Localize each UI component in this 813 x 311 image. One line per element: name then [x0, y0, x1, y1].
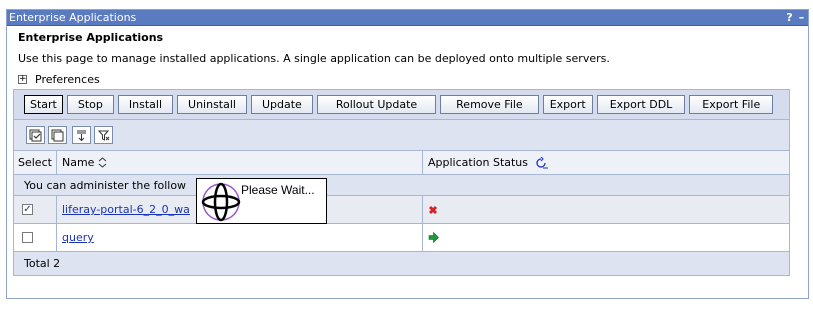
- remove-file-button[interactable]: Remove File: [440, 95, 539, 114]
- table-row: query: [14, 224, 789, 252]
- application-link[interactable]: query: [62, 231, 94, 244]
- applications-table: Start Stop Install Uninstall Update Roll…: [13, 89, 790, 276]
- expand-icon[interactable]: +: [18, 75, 27, 84]
- rollout-update-button[interactable]: Rollout Update: [316, 95, 437, 114]
- admin-info-text: You can administer the follow: [24, 178, 187, 192]
- please-wait-text: Please Wait...: [241, 183, 315, 197]
- row-checkbox[interactable]: [22, 232, 33, 243]
- preferences-toggle[interactable]: + Preferences: [18, 73, 100, 86]
- page-title: Enterprise Applications: [18, 31, 164, 44]
- uninstall-button[interactable]: Uninstall: [177, 95, 247, 114]
- stop-button[interactable]: Stop: [66, 95, 114, 114]
- help-icon[interactable]: ?: [785, 10, 794, 25]
- icon-toolbar: [14, 120, 789, 151]
- select-column-header: Select: [14, 151, 57, 174]
- started-status-icon: [428, 232, 439, 243]
- update-button[interactable]: Update: [250, 95, 313, 114]
- refresh-icon[interactable]: [533, 156, 549, 169]
- export-ddl-button[interactable]: Export DDL: [596, 95, 686, 114]
- name-header-label[interactable]: Name: [62, 156, 94, 169]
- export-button[interactable]: Export: [542, 95, 593, 114]
- page-description: Use this page to manage installed applic…: [18, 52, 610, 65]
- stopped-status-icon: [428, 205, 438, 214]
- total-row: Total 2: [14, 252, 789, 275]
- status-column-header: Application Status: [423, 151, 789, 174]
- portlet-title: Enterprise Applications: [9, 11, 137, 24]
- start-button[interactable]: Start: [24, 95, 63, 114]
- please-wait-dialog: Please Wait...: [196, 178, 327, 224]
- sort-icon[interactable]: [98, 157, 107, 168]
- export-file-button[interactable]: Export File: [689, 95, 774, 114]
- show-filter-icon[interactable]: [72, 126, 91, 144]
- table-row: ✓ liferay-portal-6_2_0_wa: [14, 196, 789, 224]
- application-link[interactable]: liferay-portal-6_2_0_wa: [62, 203, 190, 216]
- globe-spinner-icon: [201, 182, 241, 222]
- clear-filter-icon[interactable]: [94, 126, 113, 144]
- table-header-row: Select Name Application Status: [14, 151, 789, 175]
- row-checkbox[interactable]: ✓: [22, 204, 33, 215]
- install-button[interactable]: Install: [117, 95, 174, 114]
- total-count: Total 2: [24, 257, 61, 270]
- status-header-label: Application Status: [428, 156, 529, 169]
- button-toolbar: Start Stop Install Uninstall Update Roll…: [14, 90, 789, 120]
- portlet-titlebar: Enterprise Applications ? –: [7, 10, 808, 26]
- name-column-header[interactable]: Name: [57, 151, 423, 174]
- preferences-label[interactable]: Preferences: [35, 73, 100, 86]
- select-all-icon[interactable]: [26, 126, 45, 144]
- minimize-icon[interactable]: –: [797, 10, 806, 25]
- admin-info-row: You can administer the follow: [14, 175, 789, 196]
- deselect-all-icon[interactable]: [48, 126, 67, 144]
